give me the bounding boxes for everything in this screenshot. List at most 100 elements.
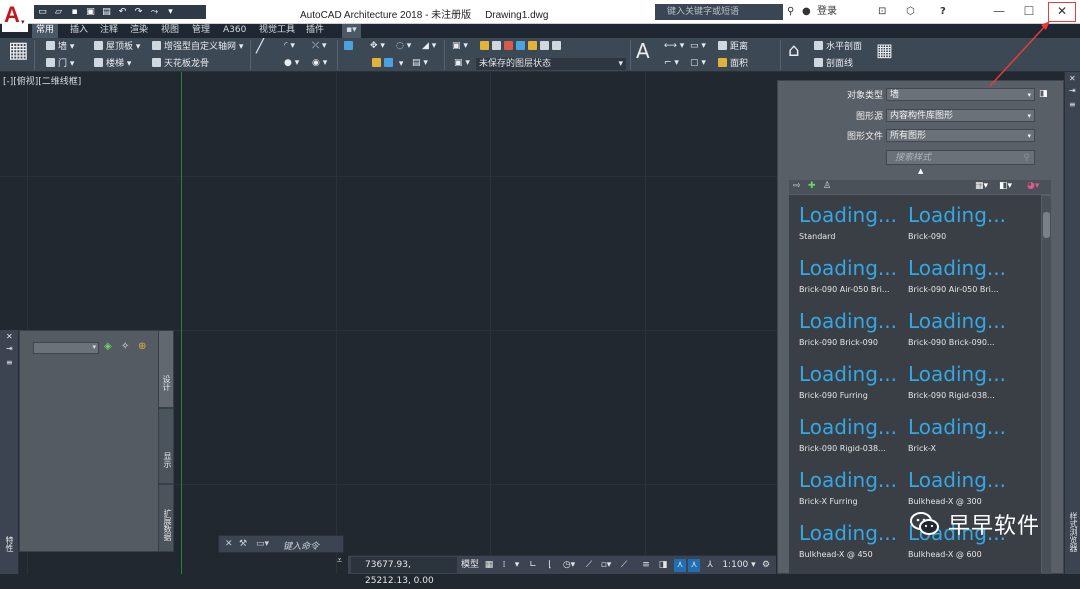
polar-icon[interactable]: ⌊ [544,559,556,572]
style-search-input[interactable]: 搜索样式 ⚲ [886,150,1035,165]
scale-dropdown[interactable]: 1:100 ▾ [722,559,756,572]
annotation-visibility-icon[interactable]: ⋏ [674,559,686,572]
object-snap-icon[interactable]: ▫▾ [598,559,614,572]
tab-display[interactable]: 显示 [158,408,174,484]
wall-button[interactable]: 墙 ▾ [46,41,74,53]
save-as-icon[interactable]: ▣ [85,7,96,18]
style-browser-strip[interactable]: ✕ ⇥ ≡ 样式浏览器 [1064,72,1080,574]
tab-a360[interactable]: A360 [219,24,250,38]
drawing-file-dropdown[interactable]: 所有图形 ▾ [886,129,1035,142]
style-thumbnail[interactable]: Loading... Brick-090 Air-050 Bri... [799,255,907,294]
select-objects-icon[interactable]: ✧ [121,341,129,352]
quick-access-toolbar[interactable]: ▭ ▱ ▪ ▣ ▤ ↶ ↷ ⤳ ▾ [34,5,206,19]
tab-insert[interactable]: 插入 [66,24,92,38]
command-input[interactable]: 键入命令 [283,539,319,552]
ceiling-grid-button[interactable]: 天花板龙骨 [152,58,209,70]
user-icon[interactable]: ● [802,5,811,19]
dropdown-arrow-icon[interactable]: ▾ [165,7,176,18]
undo-icon[interactable]: ↶ [117,7,128,18]
layer-properties-icon[interactable]: ▣ ▾ [452,41,468,52]
style-thumbnail[interactable]: Loading... Brick-090 [908,202,1016,241]
style-thumbnail[interactable]: Loading... Brick-090 Brick-090... [908,308,1016,347]
drawing-source-dropdown[interactable]: 内容构件库图形 ▾ [886,109,1035,122]
door-button[interactable]: 门 ▾ [46,58,74,70]
command-line[interactable]: ✕ ⚒ ▭▾ 键入命令 [218,535,344,553]
style-thumbnail[interactable]: Loading... Brick-090 Brick-090 [799,308,907,347]
scrollbar-thumb[interactable] [1043,212,1050,238]
grid-icon[interactable]: ▦ [482,559,496,572]
circle-icon[interactable]: ● ▾ [284,58,299,69]
tab-plugins[interactable]: 插件 [302,24,328,38]
table-icon[interactable]: ⌐ ▾ [664,58,679,69]
style-thumbnail[interactable]: Loading... Brick-090 Rigid-038... [799,414,907,453]
color-wheel-icon[interactable]: ◕▾ [1027,181,1039,191]
style-thumbnail[interactable]: Loading... Brick-090 Rigid-038... [908,361,1016,400]
chevron-down-icon[interactable]: ▾ [512,559,522,572]
section-line-button[interactable]: 剖面线 [814,58,853,70]
view-mode-icon[interactable]: ▦▾ [975,181,988,191]
gear-icon[interactable]: ⚙ [760,559,772,572]
ortho-icon[interactable]: ∟ [526,559,540,572]
lineweight-display-icon[interactable]: ≡ [638,559,654,572]
object-type-dropdown[interactable]: 墙 ▾ [886,88,1035,101]
array-icon[interactable]: ▤ ▾ [412,58,428,69]
style-thumbnail[interactable]: Loading... Standard [799,202,907,241]
tab-visual-tools[interactable]: 视觉工具 [255,24,299,38]
area-button[interactable]: 面积 [718,58,748,70]
view-manager-icon[interactable]: ▦ [876,39,893,63]
tab-manage[interactable]: 管理 [188,24,214,38]
palette-menu-icon[interactable]: ≡ [1069,100,1076,109]
model-space-button[interactable]: 模型 [460,559,480,572]
tab-annotate[interactable]: 注释 [96,24,122,38]
roof-slab-button[interactable]: 屋顶板 ▾ [94,41,140,53]
tool-palette-icon[interactable]: ▦ [8,39,29,63]
transparency-icon[interactable]: ◨ [656,559,670,572]
arc-icon[interactable]: ◜ ▾ [284,41,295,52]
close-icon[interactable]: ✕ [6,332,13,341]
match-icon[interactable]: ⤳ [149,7,160,18]
snap-icon[interactable]: ⁞ [498,559,510,572]
auto-scale-icon[interactable]: ⋏ [688,559,700,572]
markup-icon[interactable]: ▢ ▾ [690,58,706,69]
cart-icon[interactable]: ⊡ [878,5,886,19]
login-button[interactable]: 登录 [817,5,837,19]
annotation-scale-icon[interactable]: ⅄ [704,559,716,572]
binoculars-icon[interactable]: ⚲ [787,5,794,19]
quick-select-icon[interactable]: ◈ [104,341,112,352]
object-snap-tracking-icon[interactable]: ⟋ [582,559,596,572]
wrench-icon[interactable]: ⚒ [239,539,247,549]
style-thumbnail[interactable]: Loading... Bulkhead-X @ 450 [799,520,907,559]
command-history-icon[interactable]: ▭▾ [256,539,269,549]
building-section-icon[interactable]: ⌂ [788,39,799,63]
layer-tools-icon[interactable] [480,41,564,53]
style-thumbnail[interactable]: Loading... Brick-090 Air-050 Bri... [908,255,1016,294]
print-icon[interactable]: ▤ [101,7,112,18]
dimension-icon[interactable]: ⟷ ▾ [664,41,684,52]
style-manager-icon[interactable]: ♙ [823,181,831,191]
ellipse-icon[interactable]: ◉ ▾ [312,58,327,69]
minimize-button[interactable]: — [982,0,1016,24]
tab-extended-data[interactable]: 扩展数据 [158,484,174,552]
style-thumbnail[interactable]: Loading... Brick-X Furring [799,467,907,506]
save-icon[interactable]: ▪ [69,7,80,18]
move-icon[interactable]: ✥ ▾ [370,41,385,52]
collapse-up-icon[interactable]: ▲ [918,167,923,175]
style-thumbnail[interactable]: Loading... Brick-090 Furring [799,361,907,400]
pin-icon[interactable]: ⇥ [1069,86,1076,95]
trim-icon[interactable]: ▾ [372,58,403,70]
add-style-icon[interactable]: ✚ [808,181,816,191]
help-icon[interactable]: ◨ [1039,89,1048,99]
polyline-icon[interactable]: ⤫ ▾ [312,41,327,52]
layer-state-dropdown[interactable]: 未保存的图层状态 ▾ [476,58,626,70]
visual-style-icon[interactable]: ◧▾ [999,181,1012,191]
viewport-controls[interactable]: [-][俯视][二维线框] [3,74,81,87]
pin-icon[interactable]: ⇥ [6,344,13,353]
line-icon[interactable]: ╱ [256,39,264,53]
tab-render[interactable]: 渲染 [126,24,152,38]
style-thumbnail[interactable]: Loading... Bulkhead-X @ 300 [908,467,1016,506]
stair-button[interactable]: 楼梯 ▾ [94,58,131,70]
properties-palette-strip[interactable]: ✕ ⇥ ≡ 特性 [0,330,19,574]
distance-button[interactable]: 距离 [718,41,748,53]
import-icon[interactable]: ⇨ [793,181,801,191]
exchange-icon[interactable]: ⬡ [906,5,915,19]
